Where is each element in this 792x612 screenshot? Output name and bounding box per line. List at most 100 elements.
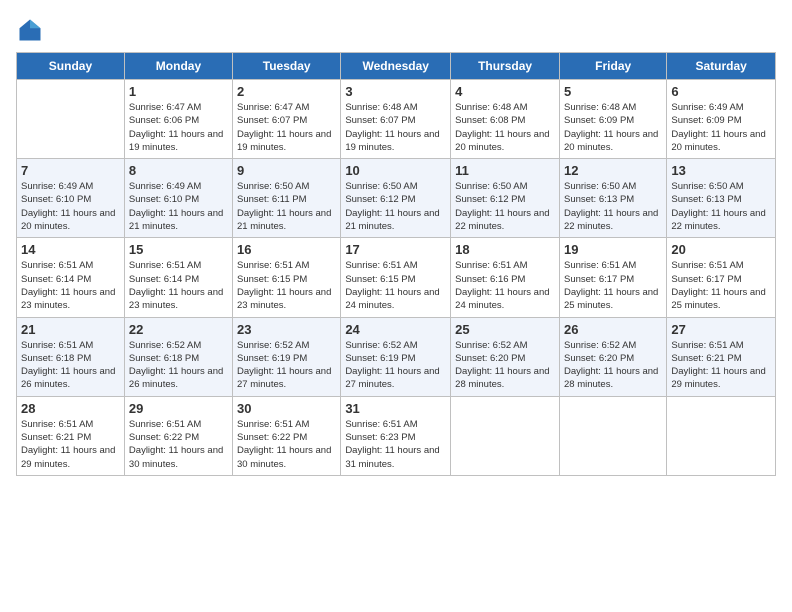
day-detail: Sunrise: 6:51 AM Sunset: 6:21 PM Dayligh… [21,418,120,471]
day-detail: Sunrise: 6:52 AM Sunset: 6:20 PM Dayligh… [564,339,662,392]
day-number: 6 [671,84,771,99]
calendar-cell: 14 Sunrise: 6:51 AM Sunset: 6:14 PM Dayli… [17,238,125,317]
day-number: 14 [21,242,120,257]
calendar-week-row: 28Sunrise: 6:51 AM Sunset: 6:21 PM Dayli… [17,396,776,475]
header-saturday: Saturday [667,53,776,80]
day-number: 23 [237,322,336,337]
day-detail: Sunrise: 6:50 AM Sunset: 6:11 PM Dayligh… [237,180,336,233]
day-number: 2 [237,84,336,99]
day-number: 13 [671,163,771,178]
day-number: 31 [345,401,446,416]
calendar-cell: 18 Sunrise: 6:51 AM Sunset: 6:16 PM Dayli… [451,238,560,317]
calendar-cell: 13 Sunrise: 6:50 AM Sunset: 6:13 PM Dayli… [667,159,776,238]
day-detail: Sunrise: 6:48 AM Sunset: 6:07 PM Dayligh… [345,101,446,154]
header-monday: Monday [124,53,232,80]
calendar-cell [559,396,666,475]
day-detail: Sunrise: 6:51 AM Sunset: 6:16 PM Dayligh… [455,259,555,312]
header-sunday: Sunday [17,53,125,80]
day-detail: Sunrise: 6:47 AM Sunset: 6:07 PM Dayligh… [237,101,336,154]
day-number: 29 [129,401,228,416]
calendar-cell: 9Sunrise: 6:50 AM Sunset: 6:11 PM Daylig… [233,159,341,238]
day-detail: Sunrise: 6:50 AM Sunset: 6:13 PM Dayligh… [564,180,662,233]
day-number: 15 [129,242,228,257]
calendar-cell: 19Sunrise: 6:51 AM Sunset: 6:17 PM Dayli… [559,238,666,317]
calendar-cell: 21Sunrise: 6:51 AM Sunset: 6:18 PM Dayli… [17,317,125,396]
calendar-cell: 16 Sunrise: 6:51 AM Sunset: 6:15 PM Dayli… [233,238,341,317]
day-number: 25 [455,322,555,337]
day-detail: Sunrise: 6:51 AM Sunset: 6:21 PM Dayligh… [671,339,771,392]
calendar-cell: 22 Sunrise: 6:52 AM Sunset: 6:18 PM Dayli… [124,317,232,396]
day-number: 11 [455,163,555,178]
day-number: 27 [671,322,771,337]
day-number: 8 [129,163,228,178]
day-detail: Sunrise: 6:48 AM Sunset: 6:09 PM Dayligh… [564,101,662,154]
day-detail: Sunrise: 6:48 AM Sunset: 6:08 PM Dayligh… [455,101,555,154]
day-detail: Sunrise: 6:51 AM Sunset: 6:23 PM Dayligh… [345,418,446,471]
calendar-header-row: SundayMondayTuesdayWednesdayThursdayFrid… [17,53,776,80]
calendar-cell: 25 Sunrise: 6:52 AM Sunset: 6:20 PM Dayli… [451,317,560,396]
calendar-week-row: 1 Sunrise: 6:47 AM Sunset: 6:06 PM Daylig… [17,80,776,159]
calendar-cell: 1 Sunrise: 6:47 AM Sunset: 6:06 PM Daylig… [124,80,232,159]
day-detail: Sunrise: 6:51 AM Sunset: 6:18 PM Dayligh… [21,339,120,392]
calendar-cell [17,80,125,159]
calendar-cell: 8Sunrise: 6:49 AM Sunset: 6:10 PM Daylig… [124,159,232,238]
day-detail: Sunrise: 6:50 AM Sunset: 6:13 PM Dayligh… [671,180,771,233]
calendar-cell: 17Sunrise: 6:51 AM Sunset: 6:15 PM Dayli… [341,238,451,317]
calendar-week-row: 14 Sunrise: 6:51 AM Sunset: 6:14 PM Dayli… [17,238,776,317]
calendar-cell: 3 Sunrise: 6:48 AM Sunset: 6:07 PM Daylig… [341,80,451,159]
day-detail: Sunrise: 6:50 AM Sunset: 6:12 PM Dayligh… [345,180,446,233]
calendar-cell [667,396,776,475]
day-detail: Sunrise: 6:52 AM Sunset: 6:19 PM Dayligh… [345,339,446,392]
calendar-cell: 10 Sunrise: 6:50 AM Sunset: 6:12 PM Dayli… [341,159,451,238]
calendar-cell: 2 Sunrise: 6:47 AM Sunset: 6:07 PM Daylig… [233,80,341,159]
day-detail: Sunrise: 6:51 AM Sunset: 6:17 PM Dayligh… [564,259,662,312]
logo-icon [16,16,44,44]
day-detail: Sunrise: 6:51 AM Sunset: 6:15 PM Dayligh… [237,259,336,312]
day-detail: Sunrise: 6:51 AM Sunset: 6:14 PM Dayligh… [21,259,120,312]
calendar-week-row: 21Sunrise: 6:51 AM Sunset: 6:18 PM Dayli… [17,317,776,396]
calendar-cell: 7 Sunrise: 6:49 AM Sunset: 6:10 PM Daylig… [17,159,125,238]
page-header [16,16,776,44]
calendar-cell: 11 Sunrise: 6:50 AM Sunset: 6:12 PM Dayli… [451,159,560,238]
calendar-week-row: 7 Sunrise: 6:49 AM Sunset: 6:10 PM Daylig… [17,159,776,238]
calendar-cell: 29 Sunrise: 6:51 AM Sunset: 6:22 PM Dayli… [124,396,232,475]
day-number: 3 [345,84,446,99]
calendar-cell: 27 Sunrise: 6:51 AM Sunset: 6:21 PM Dayli… [667,317,776,396]
header-wednesday: Wednesday [341,53,451,80]
calendar-cell: 24Sunrise: 6:52 AM Sunset: 6:19 PM Dayli… [341,317,451,396]
calendar-cell: 12 Sunrise: 6:50 AM Sunset: 6:13 PM Dayli… [559,159,666,238]
calendar-cell: 6 Sunrise: 6:49 AM Sunset: 6:09 PM Daylig… [667,80,776,159]
day-detail: Sunrise: 6:51 AM Sunset: 6:17 PM Dayligh… [671,259,771,312]
day-detail: Sunrise: 6:51 AM Sunset: 6:22 PM Dayligh… [237,418,336,471]
day-number: 22 [129,322,228,337]
day-detail: Sunrise: 6:50 AM Sunset: 6:12 PM Dayligh… [455,180,555,233]
day-number: 17 [345,242,446,257]
day-detail: Sunrise: 6:49 AM Sunset: 6:09 PM Dayligh… [671,101,771,154]
day-number: 26 [564,322,662,337]
calendar-cell: 5 Sunrise: 6:48 AM Sunset: 6:09 PM Daylig… [559,80,666,159]
day-detail: Sunrise: 6:47 AM Sunset: 6:06 PM Dayligh… [129,101,228,154]
day-number: 12 [564,163,662,178]
day-number: 16 [237,242,336,257]
day-detail: Sunrise: 6:52 AM Sunset: 6:19 PM Dayligh… [237,339,336,392]
calendar-cell [451,396,560,475]
calendar-cell: 4 Sunrise: 6:48 AM Sunset: 6:08 PM Daylig… [451,80,560,159]
calendar-cell: 23 Sunrise: 6:52 AM Sunset: 6:19 PM Dayli… [233,317,341,396]
calendar-cell: 15Sunrise: 6:51 AM Sunset: 6:14 PM Dayli… [124,238,232,317]
day-number: 5 [564,84,662,99]
logo [16,16,48,44]
day-number: 7 [21,163,120,178]
day-detail: Sunrise: 6:51 AM Sunset: 6:22 PM Dayligh… [129,418,228,471]
day-number: 30 [237,401,336,416]
day-number: 4 [455,84,555,99]
calendar-cell: 31 Sunrise: 6:51 AM Sunset: 6:23 PM Dayli… [341,396,451,475]
header-friday: Friday [559,53,666,80]
day-detail: Sunrise: 6:52 AM Sunset: 6:20 PM Dayligh… [455,339,555,392]
day-detail: Sunrise: 6:52 AM Sunset: 6:18 PM Dayligh… [129,339,228,392]
day-number: 18 [455,242,555,257]
header-tuesday: Tuesday [233,53,341,80]
day-number: 1 [129,84,228,99]
calendar-cell: 28Sunrise: 6:51 AM Sunset: 6:21 PM Dayli… [17,396,125,475]
day-detail: Sunrise: 6:49 AM Sunset: 6:10 PM Dayligh… [21,180,120,233]
day-number: 10 [345,163,446,178]
